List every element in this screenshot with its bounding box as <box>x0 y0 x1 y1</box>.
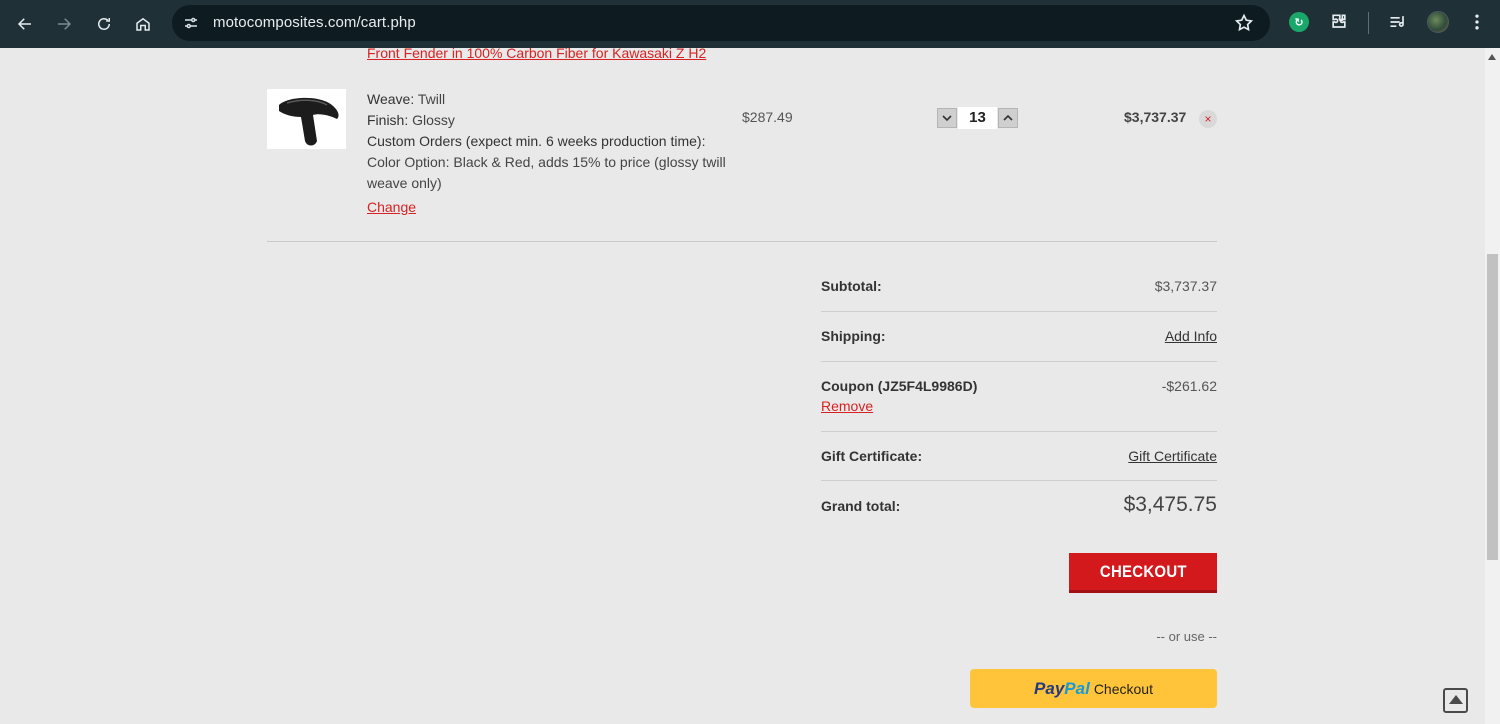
forward-icon[interactable] <box>49 9 79 39</box>
option-finish: Finish: Glossy <box>367 110 727 131</box>
paypal-button-label: Checkout <box>1093 680 1153 697</box>
back-icon[interactable] <box>10 9 40 39</box>
add-shipping-info-link[interactable]: Add Info <box>1165 328 1217 344</box>
option-value: Twill <box>417 91 446 107</box>
chevron-down-icon <box>942 115 952 122</box>
coupon-value: -$261.62 <box>1161 378 1217 394</box>
unit-price: $287.49 <box>742 109 793 125</box>
reload-icon[interactable] <box>89 9 119 39</box>
paypal-checkout-button[interactable]: PayPal Checkout <box>970 669 1217 708</box>
star-icon[interactable] <box>1234 13 1254 33</box>
shipping-label: Shipping: <box>821 328 886 344</box>
gift-certificate-link[interactable]: Gift Certificate <box>1128 448 1217 464</box>
more-icon[interactable] <box>1466 11 1488 33</box>
extension-icon[interactable]: ↻ <box>1288 11 1310 33</box>
grand-total-value: $3,475.75 <box>1123 493 1217 516</box>
or-use-text: -- or use -- <box>1156 629 1217 644</box>
scroll-up-arrow-icon[interactable] <box>1488 54 1496 60</box>
quantity-input[interactable]: 13 <box>958 107 997 129</box>
arrow-up-icon <box>1448 695 1463 704</box>
toolbar-divider <box>1368 12 1369 34</box>
divider <box>821 311 1217 312</box>
line-total: $3,737.37 <box>1124 109 1187 125</box>
remove-coupon-link[interactable]: Remove <box>821 398 873 414</box>
quantity-increase-button[interactable] <box>998 108 1018 128</box>
scroll-to-top-button[interactable] <box>1443 688 1468 713</box>
url-text[interactable]: motocomposites.com/cart.php <box>213 14 416 31</box>
option-value: Color Option: Black & Red, adds 15% to p… <box>367 154 726 191</box>
checkout-button-label: CHECKOUT <box>1099 561 1187 581</box>
paypal-logo-pay: Pay <box>1034 678 1065 698</box>
remove-item-button[interactable]: × <box>1199 110 1217 128</box>
divider <box>821 361 1217 362</box>
option-label: Weave: <box>367 91 415 107</box>
profile-avatar[interactable] <box>1427 11 1449 33</box>
paypal-logo-pal: Pal <box>1064 678 1090 698</box>
product-thumbnail[interactable] <box>267 89 346 149</box>
option-label: Finish: <box>367 112 409 128</box>
option-value: Glossy <box>412 112 455 128</box>
subtotal-label: Subtotal: <box>821 278 882 294</box>
gift-certificate-label: Gift Certificate: <box>821 448 923 464</box>
quantity-decrease-button[interactable] <box>937 108 957 128</box>
option-custom-orders: Custom Orders (expect min. 6 weeks produ… <box>367 131 727 152</box>
option-color: Color Option: Black & Red, adds 15% to p… <box>367 152 727 194</box>
divider <box>821 431 1217 432</box>
media-icon[interactable] <box>1387 11 1409 33</box>
puzzle-icon[interactable] <box>1328 11 1350 33</box>
home-icon[interactable] <box>128 9 158 39</box>
page-scrollbar[interactable] <box>1485 48 1500 724</box>
product-title-link[interactable]: Front Fender in 100% Carbon Fiber for Ka… <box>367 42 717 64</box>
option-weave: Weave: Twill <box>367 89 727 110</box>
divider <box>267 241 1217 242</box>
change-options-link[interactable]: Change <box>367 199 416 215</box>
scrollbar-thumb[interactable] <box>1487 254 1498 560</box>
grand-total-label: Grand total: <box>821 498 901 514</box>
subtotal-value: $3,737.37 <box>1154 278 1217 294</box>
address-bar[interactable]: motocomposites.com/cart.php <box>172 5 1270 41</box>
chevron-up-icon <box>1003 114 1013 121</box>
divider <box>821 480 1217 481</box>
coupon-label: Coupon (JZ5F4L9986D) <box>821 378 978 394</box>
browser-toolbar: motocomposites.com/cart.php ↻ <box>0 0 1500 48</box>
site-info-icon[interactable] <box>182 14 200 32</box>
checkout-button[interactable]: CHECKOUT <box>1069 553 1217 593</box>
option-label: Custom Orders (expect min. 6 weeks produ… <box>367 133 706 149</box>
paypal-logo: PayPal <box>1034 679 1090 699</box>
